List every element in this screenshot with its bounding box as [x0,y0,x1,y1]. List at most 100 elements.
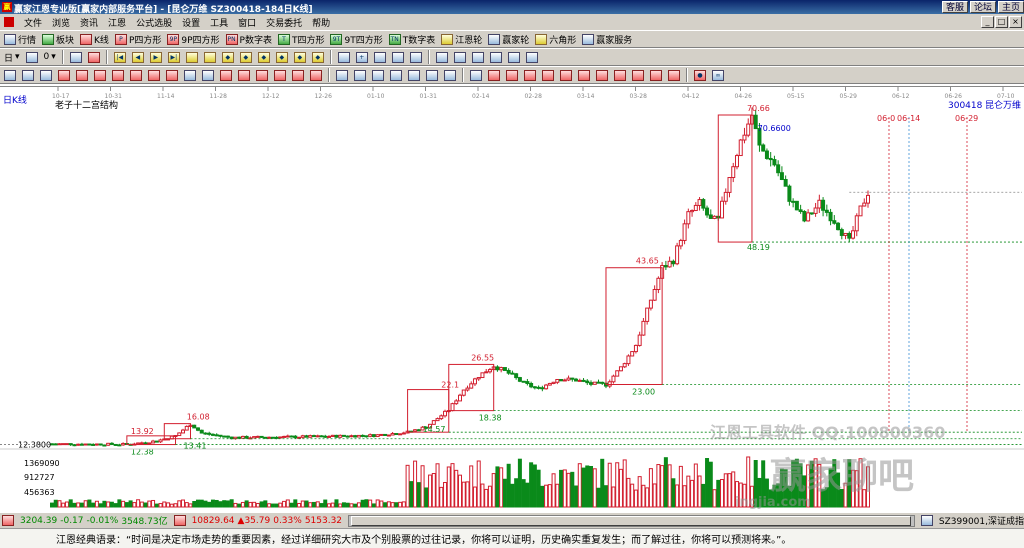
plus-icon[interactable]: + [355,51,368,63]
box-icon[interactable] [292,69,304,81]
period-select[interactable]: 日 ▾ [4,51,20,64]
vertical-line-icon[interactable] [336,69,348,81]
fibonacci-icon[interactable] [614,69,626,81]
fan-lines-icon[interactable] [76,69,88,81]
arc-icon[interactable] [202,69,214,81]
close-button[interactable]: × [1009,16,1022,28]
save-icon[interactable] [453,51,466,63]
channel-icon[interactable] [408,69,420,81]
fibonacci-icon[interactable] [668,69,680,81]
t-number-table-button[interactable]: TN T数字表 [388,33,435,46]
chart-scrollbar[interactable] [348,514,915,527]
9p-square-button[interactable]: 9P 9P四方形 [167,33,220,46]
fan-lines-icon[interactable] [148,69,160,81]
fibonacci-icon[interactable] [488,69,500,81]
forum-link[interactable]: 论坛 [969,1,996,13]
chart-tool-icon[interactable] [409,51,422,63]
fibonacci-icon[interactable] [560,69,572,81]
window-icon[interactable] [489,51,502,63]
channel-icon[interactable] [444,69,456,81]
menu-settings[interactable]: 设置 [182,16,200,29]
sector-button[interactable]: 板块 [42,33,74,46]
fan-lines-icon[interactable] [112,69,124,81]
quotes-button[interactable]: 行情 [4,33,36,46]
current-index[interactable]: SZ399001,深证成指 [939,514,1024,527]
fibonacci-icon[interactable] [470,69,482,81]
diamond-icon[interactable]: ◆ [221,51,234,63]
window-icon[interactable] [507,51,520,63]
box-icon[interactable] [310,69,322,81]
color-wheel-icon[interactable]: ● [694,69,706,81]
print-icon[interactable] [471,51,484,63]
box-icon[interactable] [274,69,286,81]
menu-window[interactable]: 窗口 [238,16,256,29]
last-bar-icon[interactable]: ▶| [167,51,180,63]
9t-square-button[interactable]: 9T 9T四方形 [330,33,383,46]
adjust-select[interactable]: 0 ▾ [44,52,56,62]
t-square-button[interactable]: T T四方形 [277,33,324,46]
menu-browse[interactable]: 浏览 [52,16,70,29]
zoom-in-icon[interactable] [203,51,216,63]
channel-icon[interactable] [426,69,438,81]
hand-icon[interactable] [337,51,350,63]
menu-gann[interactable]: 江恩 [108,16,126,29]
spiral-icon[interactable] [238,69,250,81]
flag-icon[interactable] [87,51,100,63]
restore-button[interactable]: □ [995,16,1008,28]
diamond-icon[interactable]: ◆ [239,51,252,63]
fibonacci-icon[interactable] [650,69,662,81]
zoom-out-icon[interactable] [185,51,198,63]
fibonacci-icon[interactable] [524,69,536,81]
bars-icon[interactable] [25,51,38,63]
p-square-button[interactable]: P P四方形 [114,33,161,46]
next-bar-icon[interactable]: ▶ [149,51,162,63]
kline-button[interactable]: K线 [80,33,109,46]
chart-tool-icon[interactable] [391,51,404,63]
hexagon-button[interactable]: 六角形 [535,33,576,46]
calendar-icon[interactable] [435,51,448,63]
prev-bar-icon[interactable]: ◀ [131,51,144,63]
list-icon[interactable] [4,69,16,81]
fan-lines-icon[interactable] [130,69,142,81]
menu-news[interactable]: 资讯 [80,16,98,29]
p-number-table-button[interactable]: PN P数字表 [225,33,272,46]
parallel-lines-icon[interactable] [22,69,34,81]
fan-lines-icon[interactable] [94,69,106,81]
diamond-icon[interactable]: ◆ [293,51,306,63]
menu-tools[interactable]: 工具 [210,16,228,29]
trend-line-icon[interactable] [390,69,402,81]
menu-file[interactable]: 文件 [24,16,42,29]
customer-service-link[interactable]: 客服 [941,1,968,13]
menu-formula-screener[interactable]: 公式选股 [136,16,172,29]
trend-line-icon[interactable] [372,69,384,81]
fibonacci-icon[interactable] [596,69,608,81]
infinity-icon[interactable]: ∞ [712,69,724,81]
minimize-button[interactable]: _ [981,16,994,28]
cross-icon[interactable] [354,69,366,81]
winner-wheel-button[interactable]: 赢家轮 [488,33,529,46]
homepage-link[interactable]: 主页 [997,1,1024,13]
fan-lines-icon[interactable] [166,69,178,81]
diamond-icon[interactable]: ◆ [257,51,270,63]
service-button[interactable]: 赢家服务 [582,33,632,46]
chart-icon[interactable] [525,51,538,63]
menu-trade[interactable]: 交易委托 [266,16,302,29]
wave-icon[interactable] [373,51,386,63]
fan-lines-icon[interactable] [58,69,70,81]
parallel-lines-icon[interactable] [40,69,52,81]
first-bar-icon[interactable]: |◀ [113,51,126,63]
fibonacci-icon[interactable] [542,69,554,81]
pointer-icon[interactable] [69,51,82,63]
gann-wheel-button[interactable]: 江恩轮 [441,33,482,46]
diamond-icon[interactable]: ◆ [275,51,288,63]
chart-panel[interactable]: 10-17 10-31 11-14 11-28 12-12 12-26 01-10 01-31… [0,86,1024,512]
fibonacci-icon[interactable] [632,69,644,81]
spiral-icon[interactable] [220,69,232,81]
scrollbar-thumb[interactable] [351,515,912,526]
ellipse-icon[interactable] [184,69,196,81]
menu-help[interactable]: 帮助 [312,16,330,29]
diamond-icon[interactable]: ◆ [311,51,324,63]
spiral-icon[interactable] [256,69,268,81]
fibonacci-icon[interactable] [578,69,590,81]
fibonacci-icon[interactable] [506,69,518,81]
